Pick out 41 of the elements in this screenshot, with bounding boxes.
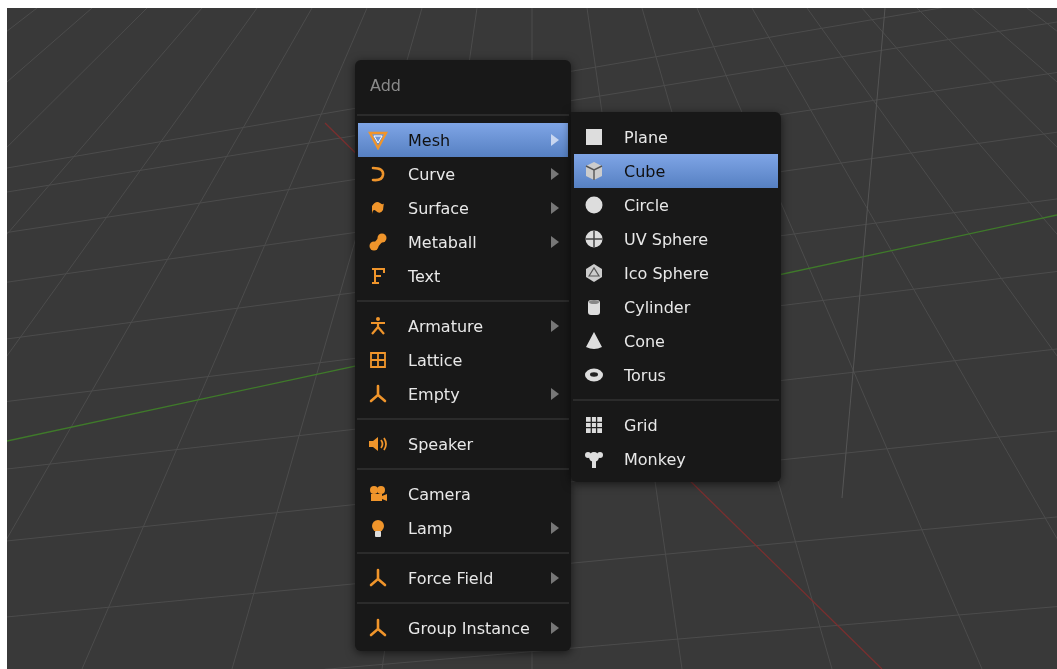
menu-item[interactable]: Text bbox=[358, 259, 568, 293]
figure-icon bbox=[368, 316, 388, 336]
menu-item[interactable]: UV Sphere bbox=[574, 222, 778, 256]
cone-icon bbox=[584, 331, 604, 351]
grid-icon bbox=[584, 415, 604, 435]
sphere-icon bbox=[584, 229, 604, 249]
monkey-icon bbox=[584, 449, 604, 469]
cube-icon bbox=[584, 161, 604, 181]
axes-icon bbox=[368, 568, 388, 588]
triangle-icon bbox=[368, 130, 388, 150]
menu-item[interactable]: Armature bbox=[358, 309, 568, 343]
axes-icon bbox=[368, 618, 388, 638]
menu-item[interactable]: Group Instance bbox=[358, 611, 568, 645]
menu-item[interactable]: Empty bbox=[358, 377, 568, 411]
menu-item[interactable]: Speaker bbox=[358, 427, 568, 461]
menu-item[interactable]: Mesh bbox=[358, 123, 568, 157]
metaball-icon bbox=[368, 232, 388, 252]
menu-item[interactable]: Metaball bbox=[358, 225, 568, 259]
menu-item[interactable]: Cone bbox=[574, 324, 778, 358]
menu-item[interactable]: Force Field bbox=[358, 561, 568, 595]
menu-item[interactable]: Grid bbox=[574, 408, 778, 442]
menu-item[interactable]: Cube bbox=[574, 154, 778, 188]
lattice-icon bbox=[368, 350, 388, 370]
camera-icon bbox=[368, 484, 388, 504]
menu-item[interactable]: Cylinder bbox=[574, 290, 778, 324]
speaker-icon bbox=[368, 434, 388, 454]
menu-title: Add bbox=[369, 75, 402, 97]
axes-icon bbox=[368, 384, 388, 404]
menu-item[interactable]: Circle bbox=[574, 188, 778, 222]
menu-item[interactable]: Lamp bbox=[358, 511, 568, 545]
menu-item[interactable]: Monkey bbox=[574, 442, 778, 476]
menu-item[interactable]: Camera bbox=[358, 477, 568, 511]
square-icon bbox=[584, 127, 604, 147]
menu-item[interactable]: Plane bbox=[574, 120, 778, 154]
menu-item[interactable]: Surface bbox=[358, 191, 568, 225]
circle-icon bbox=[584, 195, 604, 215]
menu-item[interactable]: Curve bbox=[358, 157, 568, 191]
menu-item[interactable]: Lattice bbox=[358, 343, 568, 377]
menu-item[interactable]: Ico Sphere bbox=[574, 256, 778, 290]
polyhedron-icon bbox=[584, 263, 604, 283]
menu-item[interactable]: Torus bbox=[574, 358, 778, 392]
